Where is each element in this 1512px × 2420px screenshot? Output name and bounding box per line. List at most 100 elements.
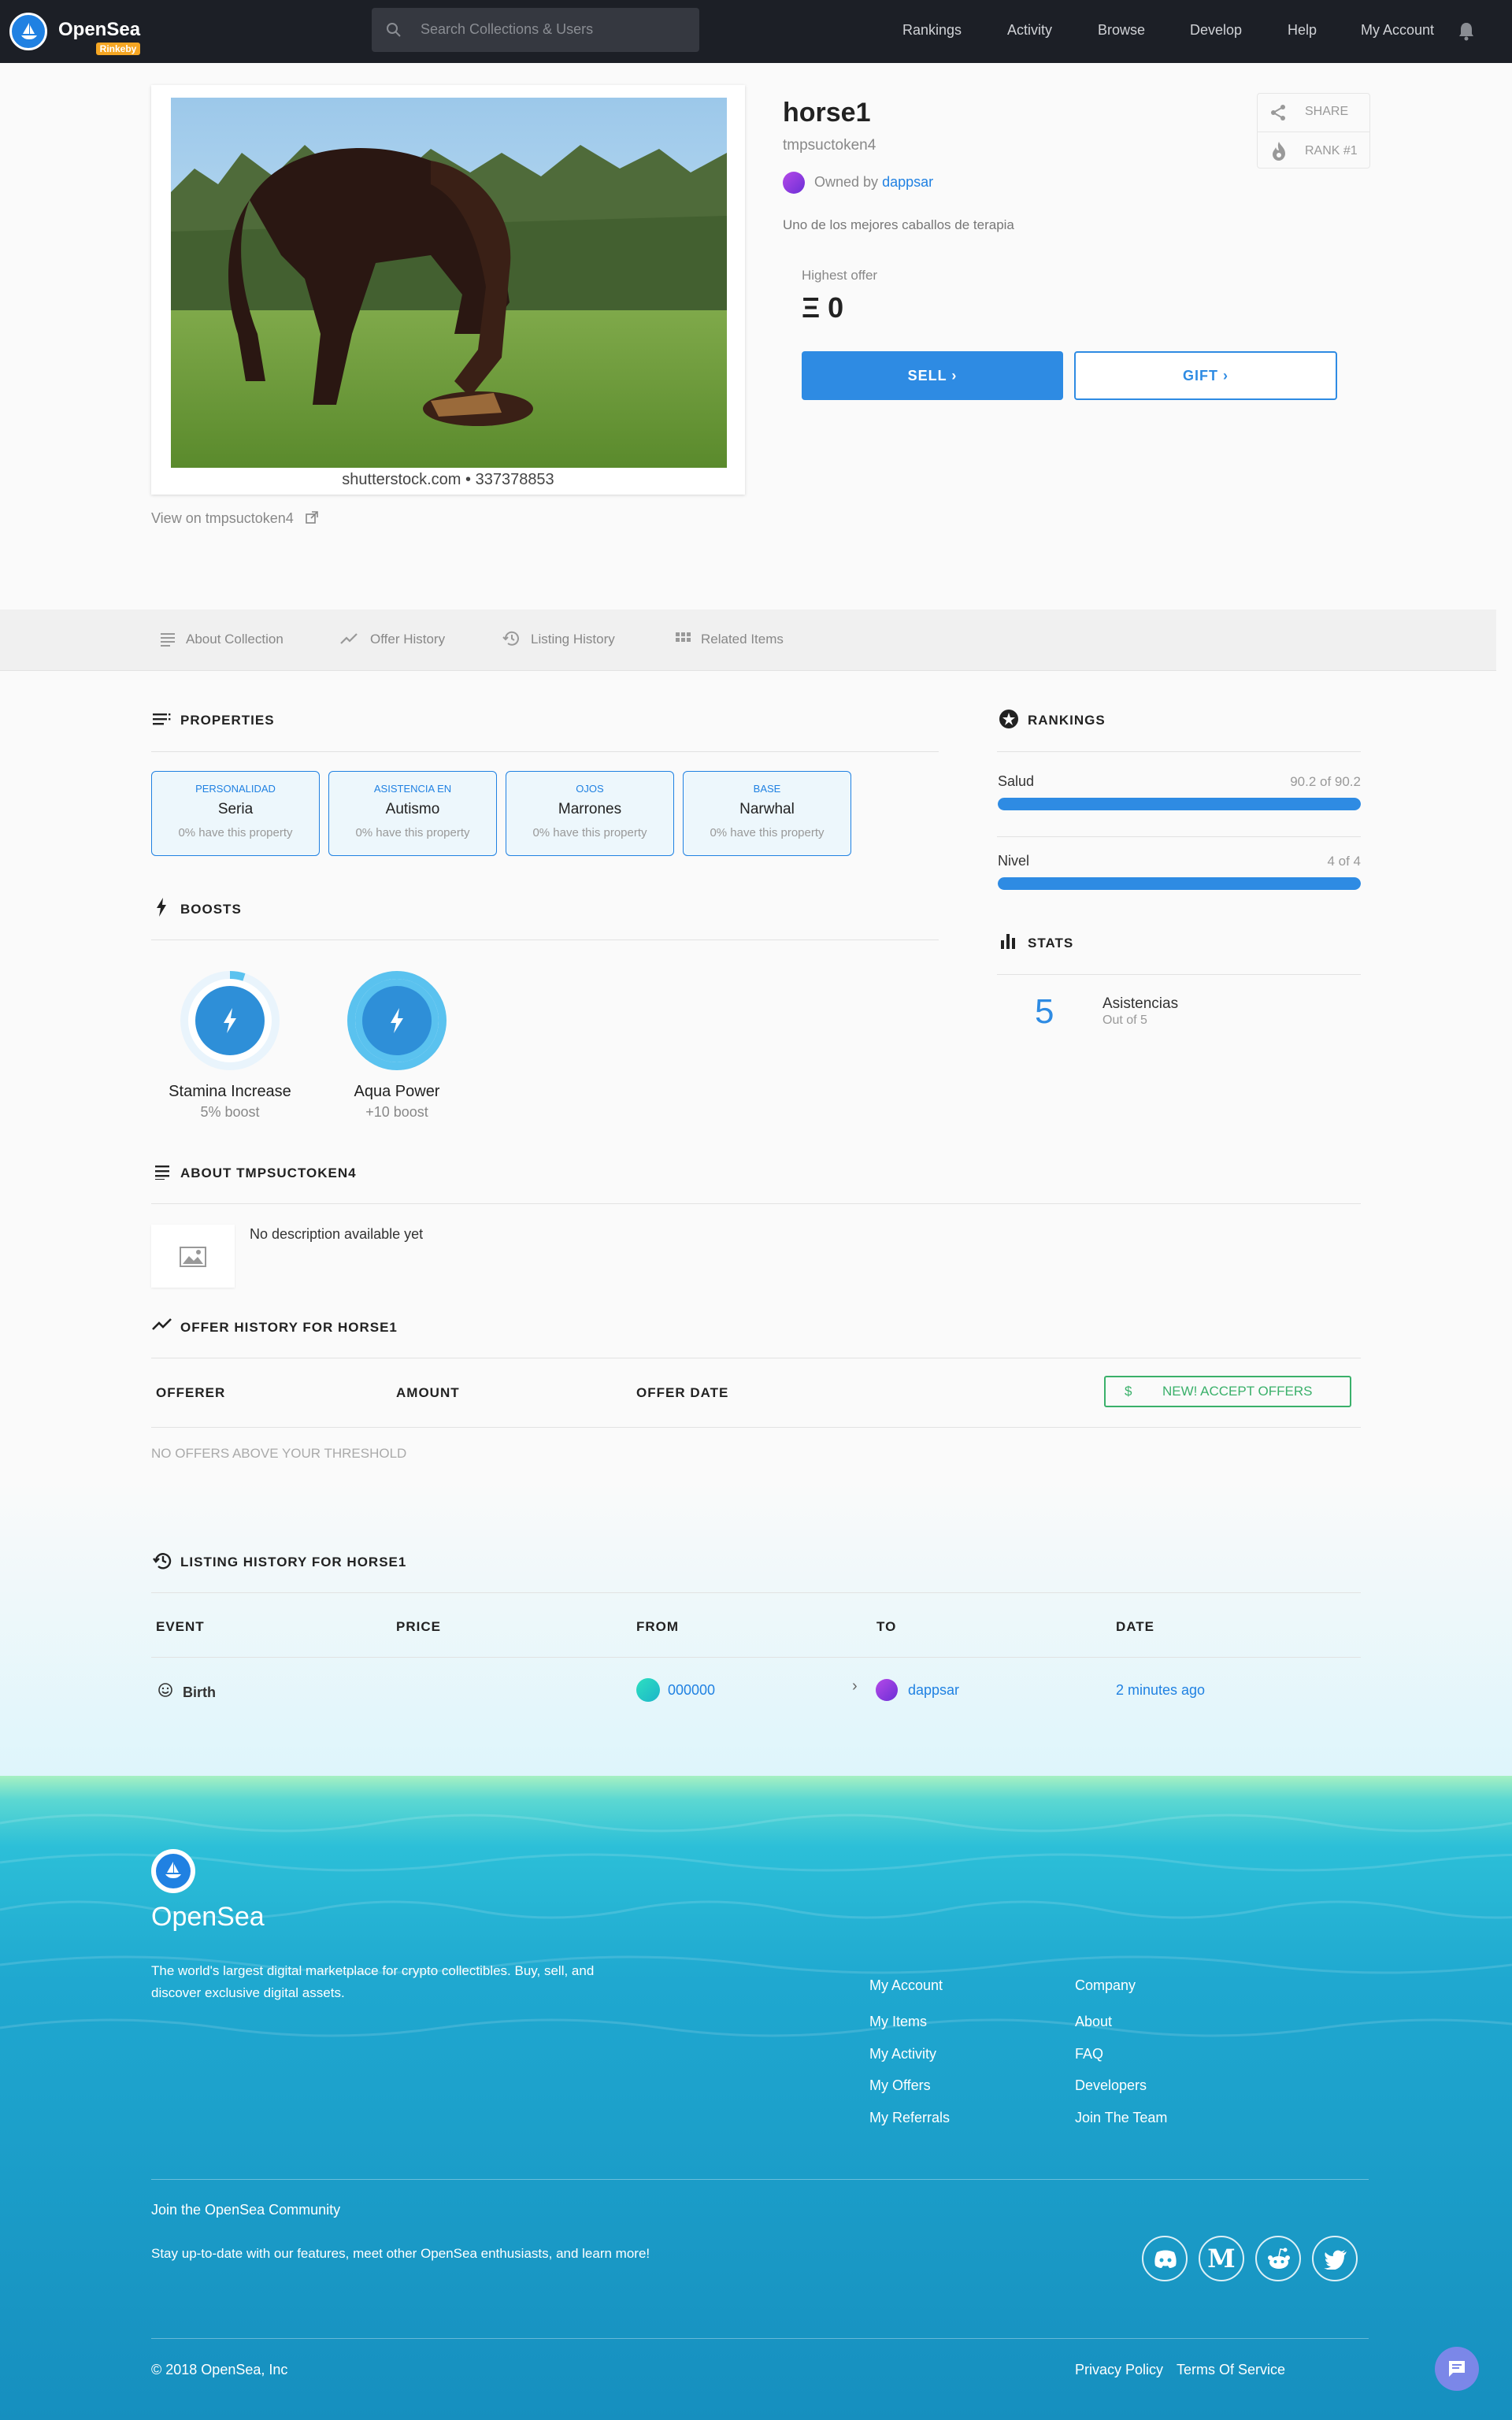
property-card[interactable]: BASE Narwhal 0% have this property <box>683 771 851 856</box>
highest-offer-value: Ξ 0 <box>802 291 844 324</box>
top-navbar: OpenSea Rinkeby Search Collections & Use… <box>0 0 1512 63</box>
fire-icon <box>1273 142 1285 161</box>
reddit-icon[interactable] <box>1255 2236 1301 2281</box>
footer-link-my-activity[interactable]: My Activity <box>869 2046 936 2062</box>
sell-label[interactable]: SELL <box>908 368 947 384</box>
footer-col-title: My Account <box>869 1977 943 1993</box>
chat-icon <box>1449 2361 1465 2377</box>
asset-description: Uno de los mejores caballos de terapia <box>783 217 1014 232</box>
nav-browse[interactable]: Browse <box>1098 22 1145 39</box>
property-type: OJOS <box>576 783 604 795</box>
nav-help[interactable]: Help <box>1288 22 1317 39</box>
boost-ring-stamina <box>180 971 280 1070</box>
description-icon <box>155 1166 169 1180</box>
footer-link-developers[interactable]: Developers <box>1075 2077 1147 2094</box>
to-avatar[interactable] <box>876 1679 898 1701</box>
footer-logo-icon[interactable] <box>151 1849 195 1893</box>
owner-link[interactable]: dappsar <box>882 174 933 190</box>
gift-label[interactable]: GIFT <box>1183 368 1218 384</box>
property-type: ASISTENCIA EN <box>373 783 452 795</box>
share-rank-box: SHARE RANK #1 <box>1257 93 1370 169</box>
search-bar[interactable]: Search Collections & Users <box>372 8 699 52</box>
grid-icon <box>676 632 691 642</box>
brand-name[interactable]: OpenSea <box>58 19 140 41</box>
boost-amount: 5% boost <box>200 1104 260 1120</box>
accept-offers-button[interactable]: $ NEW! ACCEPT OFFERS <box>1104 1376 1351 1407</box>
divider <box>997 974 1361 975</box>
divider <box>997 751 1361 752</box>
property-card[interactable]: OJOS Marrones 0% have this property <box>506 771 674 856</box>
water-texture <box>0 1814 1512 2037</box>
from-link[interactable]: 000000 <box>668 1682 715 1699</box>
event-date-link[interactable]: 2 minutes ago <box>1116 1682 1205 1699</box>
twitter-icon[interactable] <box>1312 2236 1358 2281</box>
collection-link[interactable]: tmpsuctoken4 <box>783 137 876 154</box>
from-avatar[interactable] <box>636 1678 660 1702</box>
privacy-link[interactable]: Privacy Policy <box>1075 2362 1163 2378</box>
trending-icon <box>152 1318 172 1330</box>
search-icon <box>387 23 401 37</box>
stat-value: 5 <box>1035 992 1054 1031</box>
column-header: EVENT <box>156 1619 205 1634</box>
property-value: Marrones <box>558 801 622 817</box>
tab-listing-history[interactable]: Listing History <box>531 632 615 647</box>
nav-rankings[interactable]: Rankings <box>902 22 962 39</box>
property-rarity: 0% have this property <box>178 826 293 839</box>
discord-icon[interactable] <box>1142 2236 1188 2281</box>
property-card[interactable]: PERSONALIDAD Seria 0% have this property <box>151 771 320 856</box>
terms-link[interactable]: Terms Of Service <box>1177 2362 1285 2378</box>
external-link-icon[interactable] <box>305 511 318 524</box>
accept-offers-label[interactable]: NEW! ACCEPT OFFERS <box>1162 1377 1313 1406</box>
owned-by: Owned by dappsar <box>814 174 933 191</box>
property-value: Narwhal <box>739 801 795 817</box>
tab-offer-history[interactable]: Offer History <box>370 632 445 647</box>
opensea-logo-icon[interactable] <box>9 13 47 50</box>
tab-about-collection[interactable]: About Collection <box>186 632 284 647</box>
ranking-bar <box>998 798 1361 810</box>
rank-badge[interactable]: RANK #1 <box>1305 144 1358 158</box>
property-type: BASE <box>753 783 781 795</box>
property-card[interactable]: ASISTENCIA EN Autismo 0% have this prope… <box>328 771 497 856</box>
sell-button[interactable]: SELL › <box>802 351 1063 400</box>
nav-develop[interactable]: Develop <box>1190 22 1242 39</box>
footer-link-my-items[interactable]: My Items <box>869 2014 927 2030</box>
divider <box>997 836 1361 837</box>
chevron-right-icon: › <box>1223 368 1228 384</box>
empty-state: NO OFFERS ABOVE YOUR THRESHOLD <box>151 1446 407 1461</box>
collection-image-placeholder <box>151 1225 235 1288</box>
offer-history-heading: OFFER HISTORY FOR HORSE1 <box>180 1320 398 1335</box>
about-heading: ABOUT TMPSUCTOKEN4 <box>180 1166 357 1180</box>
search-input[interactable]: Search Collections & Users <box>421 21 593 38</box>
asset-image <box>171 98 727 468</box>
column-header: DATE <box>1116 1619 1155 1634</box>
gift-button[interactable]: GIFT › <box>1074 351 1337 400</box>
network-badge: Rinkeby <box>96 43 140 55</box>
view-on-label[interactable]: View on tmpsuctoken4 <box>151 510 294 526</box>
nav-my-account[interactable]: My Account <box>1361 22 1434 39</box>
footer-link-join-team[interactable]: Join The Team <box>1075 2110 1167 2126</box>
divider <box>151 1427 1361 1428</box>
stat-sub: Out of 5 <box>1102 1014 1147 1027</box>
share-button[interactable]: SHARE <box>1305 105 1348 119</box>
bell-icon[interactable] <box>1457 20 1476 41</box>
footer-link-my-offers[interactable]: My Offers <box>869 2077 931 2094</box>
divider <box>151 1657 1361 1658</box>
view-on-link[interactable]: View on tmpsuctoken4 <box>151 510 318 527</box>
medium-icon[interactable]: M <box>1199 2236 1244 2281</box>
owner-avatar[interactable] <box>783 172 805 194</box>
column-header: OFFERER <box>156 1385 226 1400</box>
nav-activity[interactable]: Activity <box>1007 22 1052 39</box>
to-link[interactable]: dappsar <box>908 1682 959 1699</box>
footer-link-about[interactable]: About <box>1075 2014 1112 2030</box>
tab-related-items[interactable]: Related Items <box>701 632 784 647</box>
footer-link-faq[interactable]: FAQ <box>1075 2046 1103 2062</box>
boost-name: Stamina Increase <box>169 1083 291 1100</box>
share-icon[interactable] <box>1269 103 1288 122</box>
chat-button[interactable] <box>1435 2347 1479 2391</box>
image-caption: shutterstock.com • 337378853 <box>342 471 554 488</box>
boost-amount: +10 boost <box>365 1104 428 1120</box>
list-icon <box>161 633 175 647</box>
stats-heading: STATS <box>1028 936 1074 951</box>
property-rarity: 0% have this property <box>710 826 825 839</box>
footer-link-my-referrals[interactable]: My Referrals <box>869 2110 950 2126</box>
